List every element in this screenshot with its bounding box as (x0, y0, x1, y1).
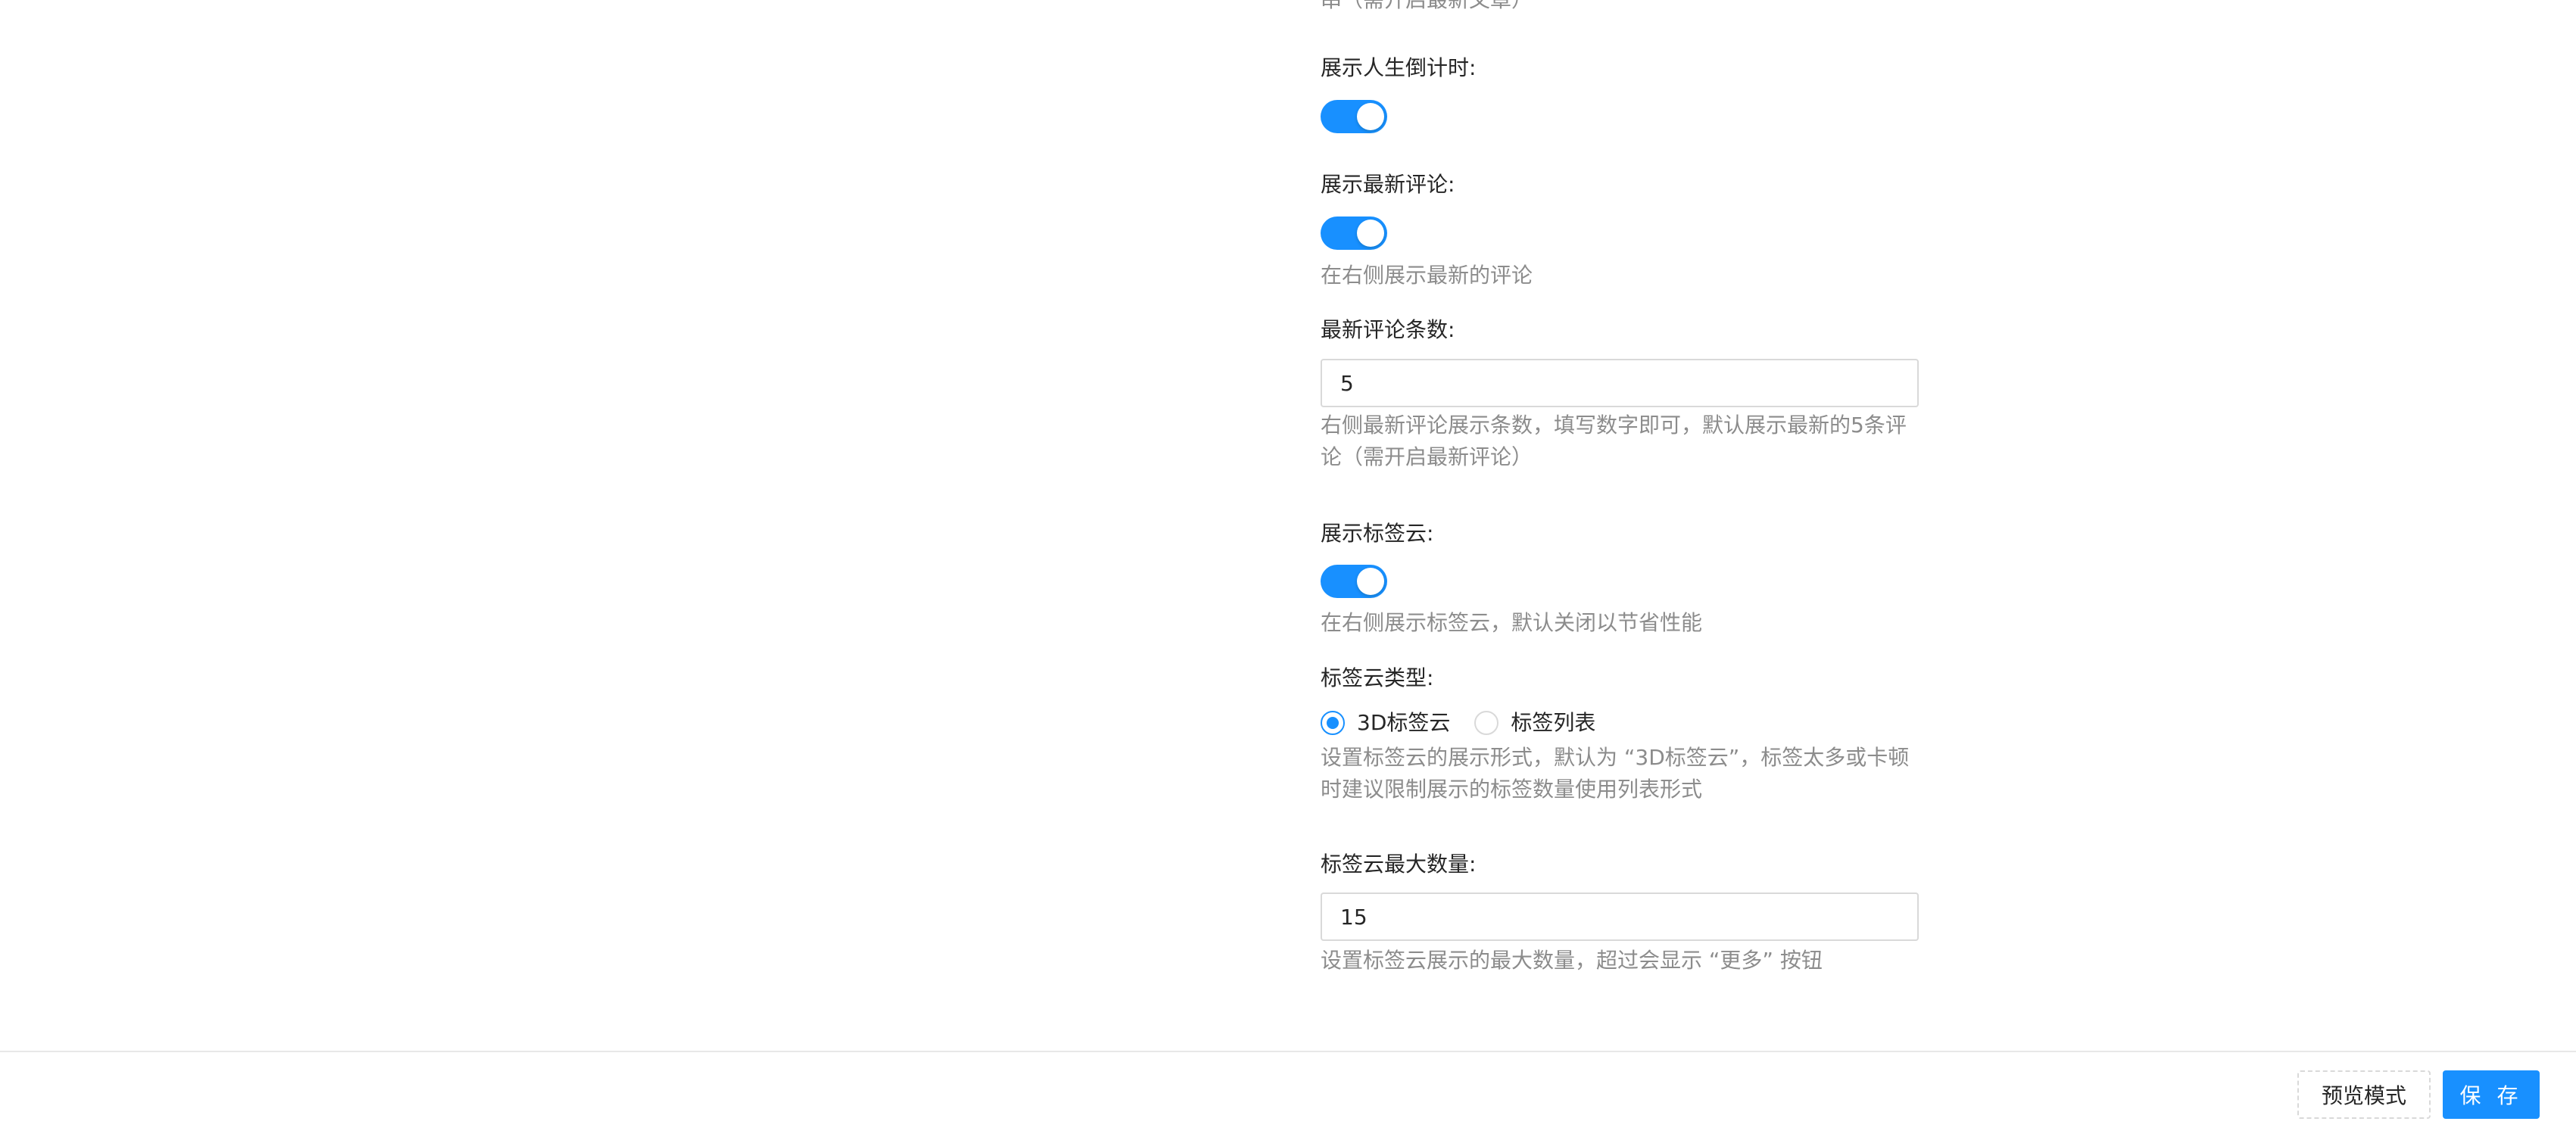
life-countdown-label: 展示人生倒计时: (1321, 55, 1477, 80)
latest-comments-help: 在右侧展示最新的评论 (1321, 263, 1533, 288)
life-countdown-switch[interactable] (1321, 100, 1387, 133)
radio-option-3d-tag-cloud[interactable]: 3D标签云 (1321, 708, 1450, 738)
settings-page: 串（需开启最新文章） 展示人生倒计时: 展示最新评论: 在右侧展示最新的评论 最… (0, 0, 2576, 1137)
switch-knob (1357, 220, 1384, 247)
radio-option-label: 标签列表 (1511, 710, 1596, 735)
tag-cloud-type-radio-group: 3D标签云 标签列表 (1321, 708, 1620, 738)
radio-checked-icon (1321, 711, 1345, 735)
save-button[interactable]: 保 存 (2443, 1070, 2540, 1119)
switch-knob (1357, 103, 1384, 130)
tag-cloud-switch[interactable] (1321, 565, 1387, 598)
tag-cloud-help: 在右侧展示标签云，默认关闭以节省性能 (1321, 610, 1703, 635)
radio-option-tag-list[interactable]: 标签列表 (1474, 708, 1595, 738)
latest-comments-label: 展示最新评论: (1321, 172, 1455, 197)
switch-knob (1357, 568, 1384, 595)
cut-off-help-text: 串（需开启最新文章） (1321, 0, 1533, 15)
radio-option-label: 3D标签云 (1357, 710, 1451, 735)
tag-cloud-max-help: 设置标签云展示的最大数量，超过会显示 “更多” 按钮 (1321, 948, 1823, 973)
tag-cloud-label: 展示标签云: (1321, 521, 1434, 546)
latest-comments-count-input[interactable] (1321, 359, 1919, 407)
tag-cloud-max-input[interactable] (1321, 892, 1919, 941)
tag-cloud-type-label: 标签云类型: (1321, 665, 1434, 690)
tag-cloud-type-help: 设置标签云的展示形式，默认为 “3D标签云”，标签太多或卡顿时建议限制展示的标签… (1321, 745, 1910, 802)
preview-mode-button[interactable]: 预览模式 (2297, 1070, 2431, 1119)
tag-cloud-max-label: 标签云最大数量: (1321, 852, 1477, 877)
footer-action-bar: 预览模式 保 存 (0, 1051, 2576, 1137)
latest-comments-count-help: 右侧最新评论展示条数，填写数字即可，默认展示最新的5条评论（需开启最新评论） (1321, 413, 1907, 469)
radio-unchecked-icon (1474, 711, 1499, 735)
latest-comments-switch[interactable] (1321, 216, 1387, 250)
latest-comments-count-label: 最新评论条数: (1321, 317, 1455, 342)
